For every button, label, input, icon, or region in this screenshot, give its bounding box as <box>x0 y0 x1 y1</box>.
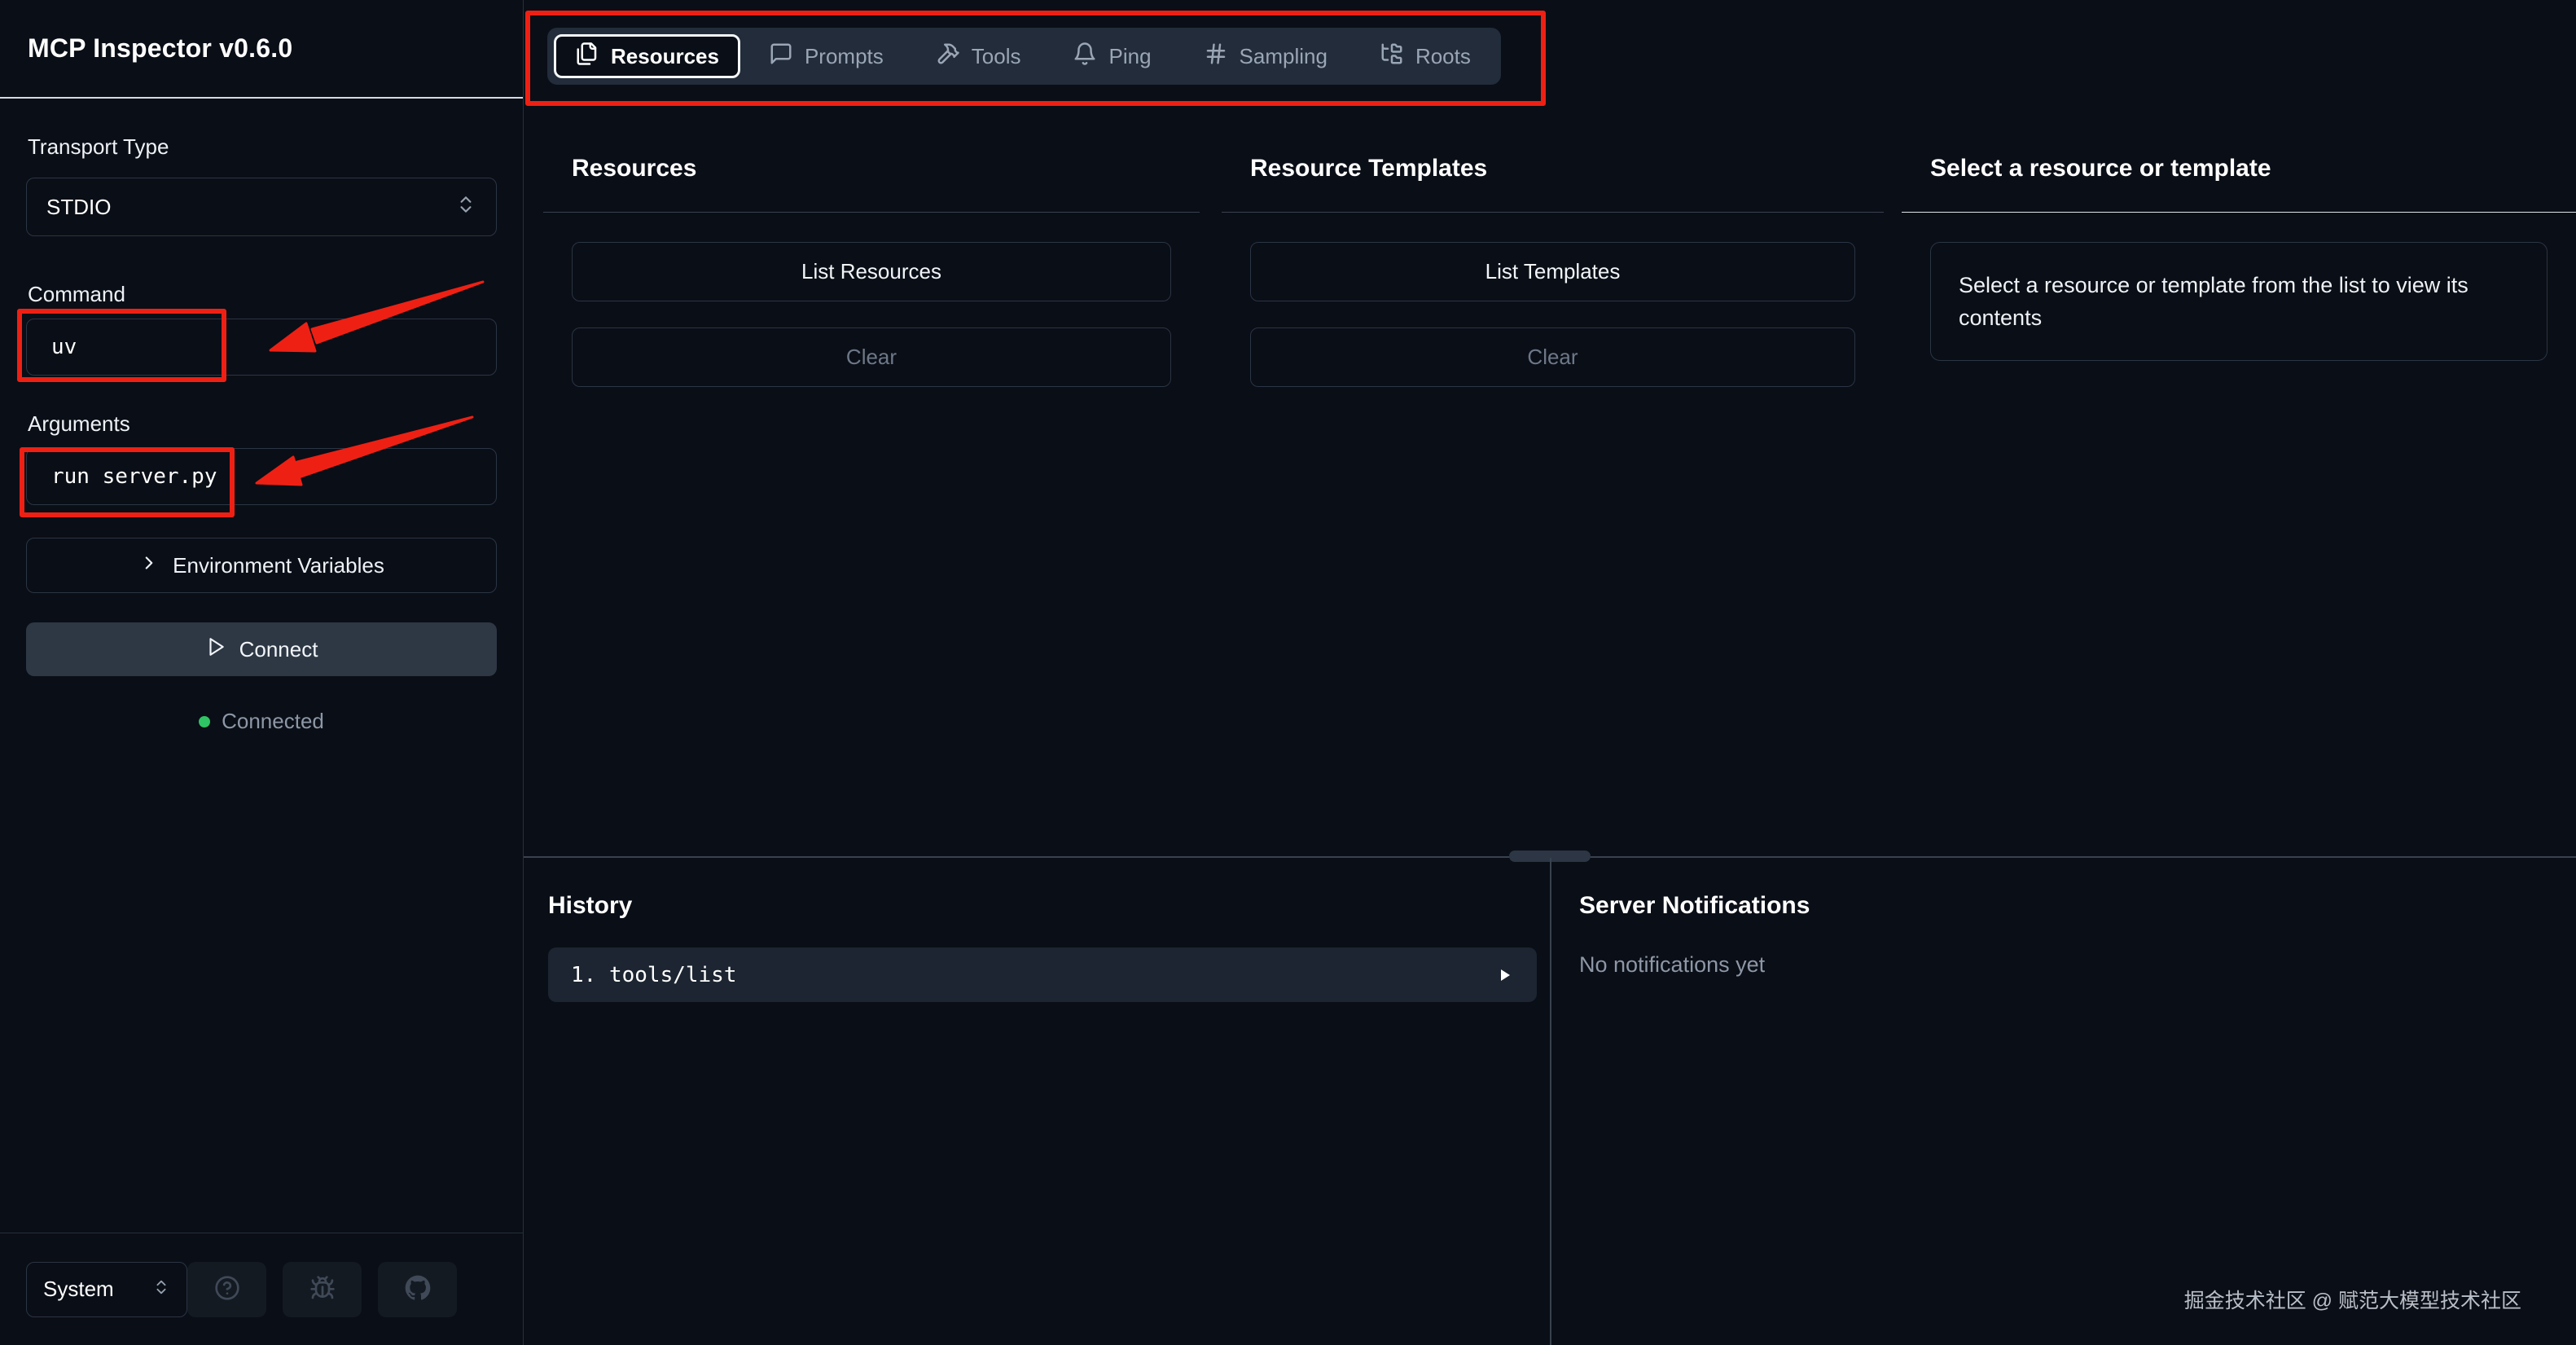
hammer-icon <box>936 42 960 72</box>
history-panel: History 1. tools/list <box>524 858 1550 1345</box>
chevron-right-icon <box>138 552 160 579</box>
resource-templates-panel-header: Resource Templates <box>1222 130 1884 213</box>
resource-detail-title: Select a resource or template <box>1902 155 2576 182</box>
arguments-label: Arguments <box>28 411 495 437</box>
sidebar: MCP Inspector v0.6.0 Transport Type STDI… <box>0 0 524 1345</box>
list-resources-button[interactable]: List Resources <box>572 242 1171 301</box>
app-header: MCP Inspector v0.6.0 <box>0 0 523 99</box>
connect-button[interactable]: Connect <box>26 622 497 676</box>
connection-status-text: Connected <box>222 709 324 734</box>
environment-variables-label: Environment Variables <box>173 553 384 578</box>
tab-label: Ping <box>1108 44 1151 69</box>
transport-type-value: STDIO <box>46 195 111 220</box>
main-area: Resources Prompts Tools Ping <box>524 0 2576 1345</box>
theme-select[interactable]: System <box>26 1262 187 1317</box>
files-icon <box>575 42 599 72</box>
chevrons-up-down-icon <box>152 1277 170 1302</box>
tab-label: Sampling <box>1240 44 1327 69</box>
mcp-inspector-app: MCP Inspector v0.6.0 Transport Type STDI… <box>0 0 2576 1345</box>
play-icon <box>205 636 226 663</box>
tab-prompts[interactable]: Prompts <box>745 34 907 78</box>
tab-label: Tools <box>972 44 1021 69</box>
bug-icon <box>309 1275 336 1303</box>
list-templates-button[interactable]: List Templates <box>1250 242 1855 301</box>
tab-label: Prompts <box>805 44 884 69</box>
clear-resources-button[interactable]: Clear <box>572 327 1171 387</box>
tab-label: Roots <box>1415 44 1471 69</box>
help-icon <box>214 1275 240 1303</box>
sidebar-footer: System <box>0 1233 523 1345</box>
server-notifications-title: Server Notifications <box>1579 892 2548 920</box>
history-item-label: 1. tools/list <box>571 963 737 987</box>
resource-detail-panel: Select a resource or template Select a r… <box>1902 130 2576 361</box>
folder-tree-icon <box>1380 42 1404 72</box>
resources-title: Resources <box>543 155 1200 182</box>
tab-bar: Resources Prompts Tools Ping <box>547 28 1501 85</box>
github-button[interactable] <box>378 1262 457 1317</box>
history-title: History <box>548 892 1537 920</box>
connection-form: Transport Type STDIO Command Arguments E… <box>0 134 523 734</box>
hash-icon <box>1204 42 1228 72</box>
github-icon <box>405 1275 431 1303</box>
resource-templates-title: Resource Templates <box>1222 155 1884 182</box>
command-input[interactable] <box>26 319 497 376</box>
connection-status: Connected <box>26 709 497 734</box>
theme-select-value: System <box>43 1277 114 1302</box>
chevrons-up-down-icon <box>455 194 476 221</box>
help-button[interactable] <box>187 1262 266 1317</box>
tab-label: Resources <box>611 44 719 69</box>
tab-roots[interactable]: Roots <box>1356 34 1494 78</box>
resource-templates-panel: Resource Templates List Templates Clear <box>1222 130 1884 387</box>
tab-tools[interactable]: Tools <box>912 34 1045 78</box>
resource-detail-placeholder: Select a resource or template from the l… <box>1930 242 2547 361</box>
expand-arrow-icon[interactable] <box>1494 965 1514 985</box>
history-item[interactable]: 1. tools/list <box>548 947 1537 1002</box>
resources-panel-header: Resources <box>543 130 1200 213</box>
arguments-input[interactable] <box>26 448 497 505</box>
notifications-empty-text: No notifications yet <box>1579 952 2548 978</box>
clear-templates-button[interactable]: Clear <box>1250 327 1855 387</box>
tab-ping[interactable]: Ping <box>1049 34 1174 78</box>
resources-panel: Resources List Resources Clear <box>543 130 1200 387</box>
app-title: MCP Inspector v0.6.0 <box>28 33 292 64</box>
tab-resources[interactable]: Resources <box>554 34 740 78</box>
server-notifications-panel: Server Notifications No notifications ye… <box>1551 858 2576 1345</box>
tab-sampling[interactable]: Sampling <box>1180 34 1351 78</box>
bell-icon <box>1073 42 1097 72</box>
message-square-icon <box>769 42 793 72</box>
connect-label: Connect <box>239 637 318 662</box>
watermark-text: 掘金技术社区 @ 赋范大模型技术社区 <box>2184 1285 2521 1314</box>
transport-type-select[interactable]: STDIO <box>26 178 497 236</box>
transport-type-label: Transport Type <box>28 134 495 160</box>
bug-report-button[interactable] <box>283 1262 362 1317</box>
connected-dot-icon <box>199 716 210 727</box>
environment-variables-button[interactable]: Environment Variables <box>26 538 497 593</box>
resource-detail-panel-header: Select a resource or template <box>1902 130 2576 213</box>
command-label: Command <box>28 282 495 307</box>
